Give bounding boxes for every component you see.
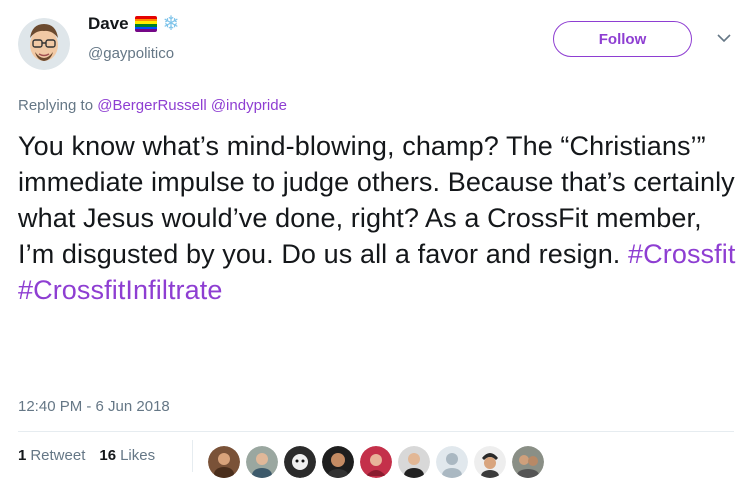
user-name-row: Dave ❄ xyxy=(88,14,179,34)
chevron-down-icon[interactable] xyxy=(717,33,731,43)
liker-avatar[interactable] xyxy=(398,446,430,478)
likes-count-label: Likes xyxy=(120,447,156,464)
avatar[interactable] xyxy=(18,18,70,70)
liker-avatar[interactable] xyxy=(474,446,506,478)
user-handle[interactable]: @gaypolitico xyxy=(88,45,174,62)
mention-link[interactable]: @indypride xyxy=(211,97,287,114)
replying-to-label: Replying to xyxy=(18,97,98,114)
retweet-count-label: Retweet xyxy=(30,447,86,464)
liker-avatar[interactable] xyxy=(284,446,316,478)
hashtag-link[interactable]: #CrossfitInfiltrate xyxy=(18,275,222,305)
divider xyxy=(18,431,734,432)
tweet-text: You know what’s mind-blowing, champ? The… xyxy=(18,128,738,308)
retweet-count-value: 1 xyxy=(18,447,27,464)
hashtag-link[interactable]: #Crossfit xyxy=(628,239,735,269)
display-name[interactable]: Dave xyxy=(88,14,129,34)
rainbow-flag-icon xyxy=(134,16,157,32)
retweet-count[interactable]: 1 Retweet xyxy=(18,447,85,464)
liker-avatar[interactable] xyxy=(208,446,240,478)
tweet-timestamp[interactable]: 12:40 PM - 6 Jun 2018 xyxy=(18,398,170,415)
liker-avatar[interactable] xyxy=(360,446,392,478)
replying-to: Replying to @BergerRussell @indypride xyxy=(18,97,287,114)
liker-avatar[interactable] xyxy=(512,446,544,478)
tweet-stats: 1 Retweet 16 Likes xyxy=(18,447,169,464)
liker-avatar[interactable] xyxy=(246,446,278,478)
stats-separator xyxy=(192,440,193,472)
mention-link[interactable]: @BergerRussell xyxy=(97,97,206,114)
liker-avatar[interactable] xyxy=(322,446,354,478)
likes-count[interactable]: 16 Likes xyxy=(99,447,155,464)
likers-avatars xyxy=(208,446,544,478)
snowflake-icon: ❄ xyxy=(162,13,180,35)
follow-button[interactable]: Follow xyxy=(553,21,692,57)
likes-count-value: 16 xyxy=(99,447,117,464)
liker-avatar[interactable] xyxy=(436,446,468,478)
